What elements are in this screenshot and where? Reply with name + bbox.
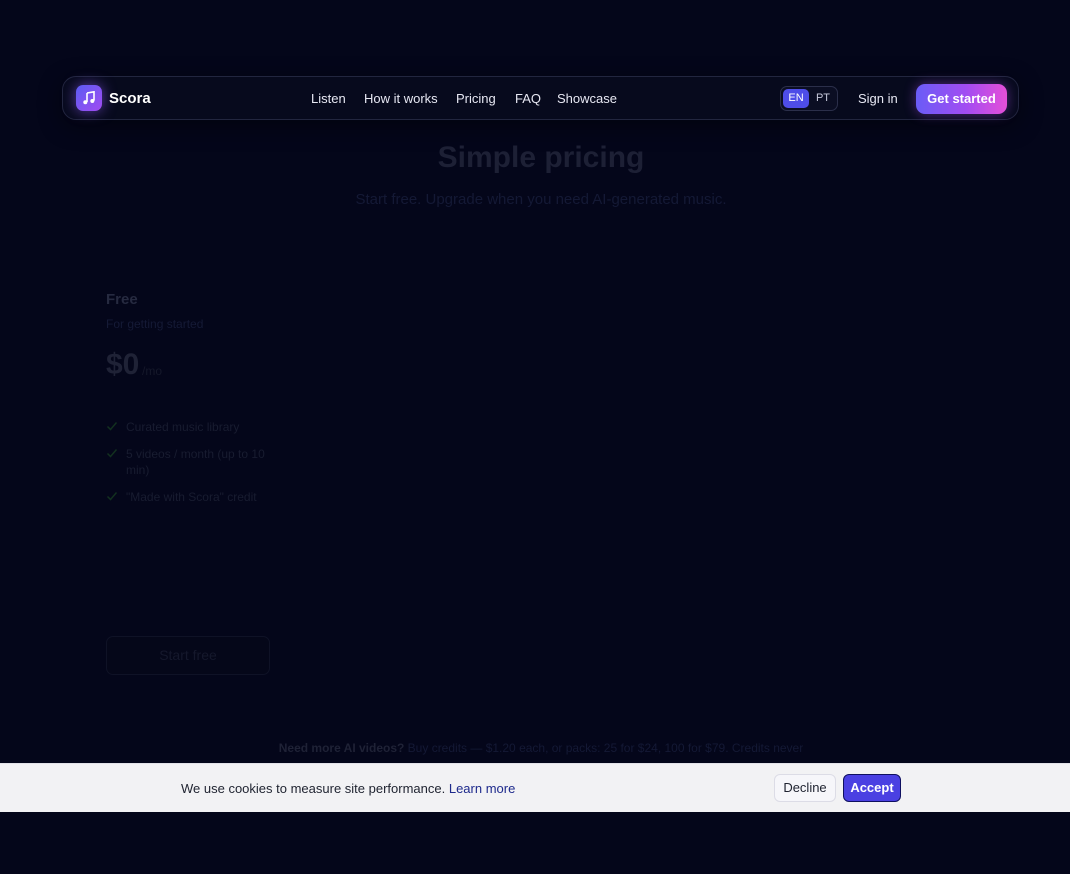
plan-feature-text: "Made with Scora" credit [126, 490, 257, 504]
learn-more-link[interactable]: Learn more [449, 781, 515, 796]
plan-name: Free [106, 291, 138, 308]
plan-feature-text: 5 videos / month (up to 10 min) [126, 447, 265, 477]
plan-feature-text: Curated music library [126, 420, 240, 434]
nav-link-listen[interactable]: Listen [311, 91, 346, 107]
plan-feature: Curated music library [106, 419, 286, 435]
sign-in-link[interactable]: Sign in [858, 91, 898, 107]
music-note-icon [83, 91, 95, 105]
navbar: Scora Listen How it works Pricing FAQ Sh… [62, 76, 1019, 120]
page-subtitle: Start free. Upgrade when you need AI-gen… [355, 191, 727, 208]
check-icon [106, 449, 118, 458]
language-switcher: EN PT [780, 86, 838, 111]
cookie-message-line: We use cookies to measure site performan… [181, 781, 515, 797]
page-title: Simple pricing [437, 141, 645, 174]
start-free-button[interactable]: Start free [106, 636, 270, 675]
language-en-button[interactable]: EN [783, 89, 809, 108]
nav-link-pricing[interactable]: Pricing [456, 91, 496, 107]
check-icon [106, 492, 118, 501]
nav-link-showcase[interactable]: Showcase [557, 91, 617, 107]
nav-link-how-it-works[interactable]: How it works [364, 91, 438, 107]
check-icon [106, 422, 118, 431]
get-started-button[interactable]: Get started [916, 84, 1007, 114]
plan-feature: 5 videos / month (up to 10 min) [106, 446, 286, 478]
cookie-banner: We use cookies to measure site performan… [0, 763, 1070, 812]
plan-tagline: For getting started [106, 317, 204, 331]
language-pt-button[interactable]: PT [810, 89, 836, 108]
logo[interactable] [76, 85, 102, 111]
plan-price: $0 [106, 348, 140, 381]
accept-button[interactable]: Accept [843, 774, 901, 802]
brand-name[interactable]: Scora [109, 90, 151, 108]
plan-period: /mo [142, 364, 163, 378]
credits-note: Need more AI videos? Buy credits — $1.20… [0, 740, 1070, 756]
decline-button[interactable]: Decline [774, 774, 836, 802]
nav-link-faq[interactable]: FAQ [515, 91, 541, 107]
plan-feature: "Made with Scora" credit [106, 489, 286, 505]
cookie-message: We use cookies to measure site performan… [181, 781, 446, 796]
credits-note-text: Buy credits — $1.20 each, or packs: 25 f… [404, 741, 804, 755]
credits-note-lead: Need more AI videos? [278, 741, 405, 755]
